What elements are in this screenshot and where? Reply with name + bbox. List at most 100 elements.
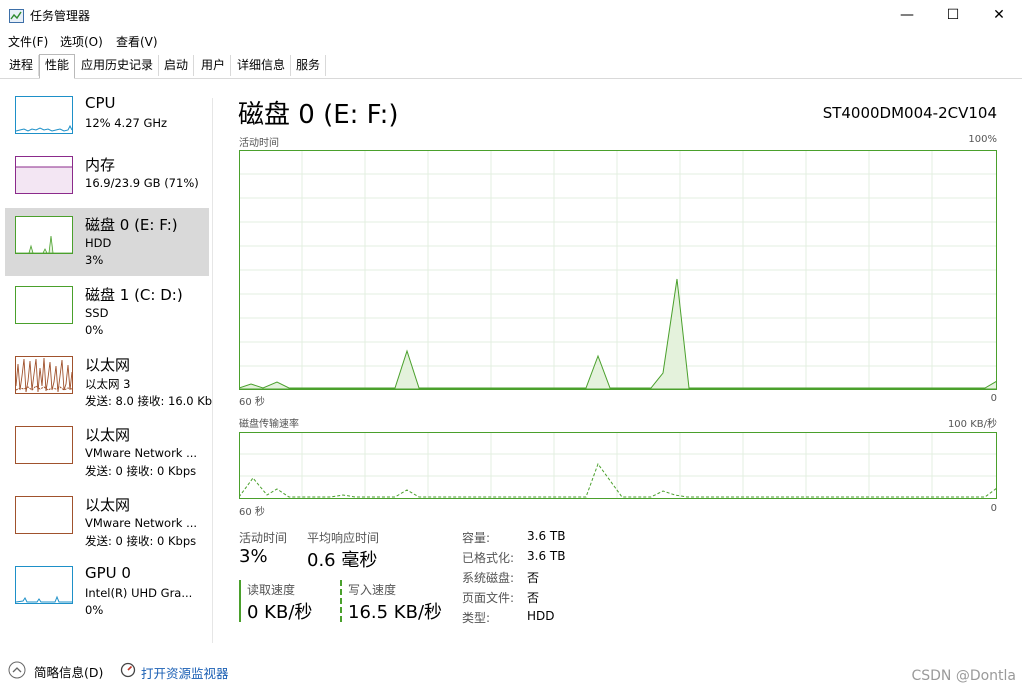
sidebar-item-gpu0[interactable]: GPU 0 Intel(R) UHD Gra... 0% bbox=[5, 558, 209, 626]
sidebar-item-detail: SSD bbox=[85, 306, 109, 320]
tab-details[interactable]: 详细信息 bbox=[232, 55, 292, 76]
activity-time-graph bbox=[239, 150, 997, 390]
disk1-thumbnail-graph bbox=[15, 286, 73, 324]
gpu-thumbnail-graph bbox=[15, 566, 73, 604]
sidebar-item-detail: 发送: 0 接收: 0 Kbps bbox=[85, 464, 197, 478]
transfer-graph-max: 100 KB/秒 bbox=[947, 419, 997, 430]
ethernet-thumbnail-graph bbox=[15, 356, 73, 394]
sidebar-item-title: 磁盘 0 (E: F:) bbox=[85, 216, 178, 234]
write-speed-indicator bbox=[340, 580, 342, 622]
watermark: CSDN @Dontla bbox=[911, 668, 1016, 684]
sidebar-item-title: CPU bbox=[85, 94, 116, 112]
info-label: 类型: bbox=[462, 611, 491, 625]
response-time-label: 平均响应时间 bbox=[307, 531, 380, 545]
task-manager-icon bbox=[9, 8, 24, 23]
sidebar-item-detail: 3% bbox=[85, 253, 104, 267]
sidebar-item-ethernet-3[interactable]: 以太网 以太网 3 发送: 8.0 接收: 16.0 Kb bbox=[5, 348, 212, 416]
graph-border bbox=[239, 432, 997, 499]
read-speed-label: 读取速度 bbox=[247, 583, 296, 597]
maximize-icon: ☐ bbox=[946, 7, 960, 23]
vmware-thumbnail-graph bbox=[15, 426, 73, 464]
sidebar-divider bbox=[212, 98, 213, 643]
sidebar-item-disk1[interactable]: 磁盘 1 (C: D:) SSD 0% bbox=[5, 278, 209, 346]
write-speed-label: 写入速度 bbox=[348, 583, 397, 597]
page-title: 磁盘 0 (E: F:) bbox=[238, 100, 399, 130]
info-value: 3.6 TB bbox=[527, 549, 566, 563]
tab-performance[interactable]: 性能 bbox=[39, 54, 76, 79]
minimize-button[interactable]: — bbox=[884, 0, 930, 30]
info-label: 已格式化: bbox=[462, 551, 515, 565]
sidebar-item-detail: 16.9/23.9 GB (71%) bbox=[85, 176, 199, 190]
sidebar-item-detail: VMware Network ... bbox=[85, 516, 198, 530]
transfer-rate-graph bbox=[239, 432, 997, 499]
sidebar-item-title: 内存 bbox=[85, 156, 116, 174]
minimize-icon: — bbox=[900, 7, 914, 23]
info-label: 容量: bbox=[462, 531, 491, 545]
response-time-value: 0.6 毫秒 bbox=[307, 550, 378, 571]
sidebar-item-title: GPU 0 bbox=[85, 564, 131, 582]
close-icon: ✕ bbox=[993, 7, 1005, 23]
sidebar-item-vmware-2[interactable]: 以太网 VMware Network ... 发送: 0 接收: 0 Kbps bbox=[5, 488, 209, 556]
transfer-axis-right: 0 bbox=[990, 503, 997, 514]
menu-options[interactable]: 选项(O) bbox=[60, 33, 103, 50]
sidebar-item-memory[interactable]: 内存 16.9/23.9 GB (71%) bbox=[5, 148, 209, 216]
activity-graph-max: 100% bbox=[968, 134, 997, 145]
open-resource-monitor-link[interactable]: 打开资源监视器 bbox=[141, 663, 229, 682]
sidebar-item-detail: 0% bbox=[85, 323, 104, 337]
active-time-value: 3% bbox=[239, 546, 268, 567]
maximize-button[interactable]: ☐ bbox=[930, 0, 976, 30]
write-series bbox=[239, 462, 997, 498]
sidebar-item-vmware-1[interactable]: 以太网 VMware Network ... 发送: 0 接收: 0 Kbps bbox=[5, 418, 209, 486]
sidebar-item-detail: 12% 4.27 GHz bbox=[85, 116, 168, 130]
cpu-thumbnail-graph bbox=[15, 96, 73, 134]
sidebar-item-detail: 0% bbox=[85, 603, 104, 617]
transfer-axis-left: 60 秒 bbox=[239, 507, 265, 518]
window-title: 任务管理器 bbox=[30, 9, 91, 23]
graph-gridlines bbox=[239, 150, 997, 390]
activity-series bbox=[239, 278, 997, 390]
sidebar-item-disk0[interactable]: 磁盘 0 (E: F:) HDD 3% bbox=[5, 208, 209, 276]
memory-thumbnail-graph bbox=[15, 156, 73, 194]
sidebar-item-title: 磁盘 1 (C: D:) bbox=[85, 286, 183, 304]
tab-users[interactable]: 用户 bbox=[196, 55, 232, 76]
sidebar-item-detail: HDD bbox=[85, 236, 112, 250]
read-speed-indicator bbox=[239, 580, 241, 622]
tab-processes[interactable]: 进程 bbox=[4, 55, 40, 76]
menu-file[interactable]: 文件(F) bbox=[8, 33, 48, 50]
sidebar-item-title: 以太网 bbox=[85, 426, 131, 444]
sidebar-item-cpu[interactable]: CPU 12% 4.27 GHz bbox=[5, 88, 209, 156]
resource-monitor-icon bbox=[120, 662, 136, 678]
tab-app-history[interactable]: 应用历史记录 bbox=[76, 55, 160, 76]
sidebar-item-title: 以太网 bbox=[85, 356, 131, 374]
active-time-label: 活动时间 bbox=[239, 531, 288, 545]
info-label: 系统磁盘: bbox=[462, 571, 515, 585]
sidebar-item-title: 以太网 bbox=[85, 496, 131, 514]
info-value: HDD bbox=[527, 609, 555, 623]
sidebar-item-detail: 发送: 0 接收: 0 Kbps bbox=[85, 534, 197, 548]
sidebar-item-detail: 以太网 3 bbox=[85, 377, 131, 391]
tab-startup[interactable]: 启动 bbox=[159, 55, 195, 76]
info-value: 3.6 TB bbox=[527, 529, 566, 543]
brief-info-label[interactable]: 简略信息(D) bbox=[34, 662, 103, 681]
menu-view[interactable]: 查看(V) bbox=[116, 33, 158, 50]
chevron-up-icon bbox=[8, 661, 26, 679]
disk0-thumbnail-graph bbox=[15, 216, 73, 254]
close-button[interactable]: ✕ bbox=[976, 0, 1022, 30]
title-bar bbox=[0, 0, 1022, 30]
sidebar-item-detail: Intel(R) UHD Gra... bbox=[85, 586, 193, 600]
activity-axis-left: 60 秒 bbox=[239, 397, 265, 408]
write-speed-value: 16.5 KB/秒 bbox=[348, 602, 443, 623]
info-value: 否 bbox=[527, 591, 540, 605]
activity-graph-label: 活动时间 bbox=[239, 138, 279, 149]
sidebar-item-detail: VMware Network ... bbox=[85, 446, 198, 460]
tab-services[interactable]: 服务 bbox=[291, 55, 327, 76]
info-label: 页面文件: bbox=[462, 591, 515, 605]
read-speed-value: 0 KB/秒 bbox=[247, 602, 313, 623]
disk-model: ST4000DM004-2CV104 bbox=[822, 104, 997, 122]
sidebar-item-detail: 发送: 8.0 接收: 16.0 Kb bbox=[85, 394, 213, 408]
activity-axis-right: 0 bbox=[990, 393, 997, 404]
brief-toggle-button[interactable] bbox=[8, 661, 26, 679]
info-value: 否 bbox=[527, 571, 540, 585]
transfer-graph-label: 磁盘传输速率 bbox=[239, 419, 299, 430]
vmware-thumbnail-graph bbox=[15, 496, 73, 534]
